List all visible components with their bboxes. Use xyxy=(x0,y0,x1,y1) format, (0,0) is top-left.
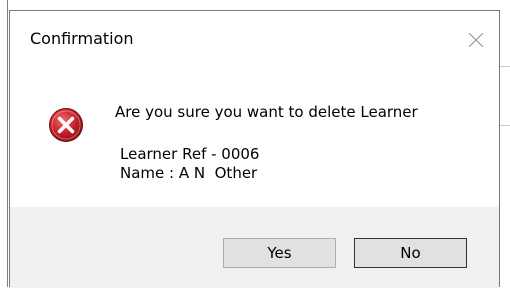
dialog-content: Are you sure you want to delete Learner … xyxy=(10,69,499,207)
learner-ref: Learner Ref - 0006 xyxy=(120,145,260,163)
error-icon xyxy=(48,107,84,143)
close-icon[interactable] xyxy=(467,31,485,49)
learner-details: Learner Ref - 0006 Name : A N Other xyxy=(120,145,259,183)
confirmation-message: Are you sure you want to delete Learner xyxy=(115,103,418,121)
no-button[interactable]: No xyxy=(354,238,467,268)
learner-name: Name : A N Other xyxy=(120,164,258,182)
background-window-edge-right xyxy=(500,0,510,287)
background-divider xyxy=(500,125,510,126)
dialog-title: Confirmation xyxy=(30,29,134,48)
dialog-button-bar: Yes No xyxy=(10,207,499,288)
dialog-titlebar[interactable]: Confirmation xyxy=(10,11,499,69)
confirmation-dialog: Confirmation Are you sure you want to de… xyxy=(9,10,500,288)
yes-button[interactable]: Yes xyxy=(223,238,336,268)
background-window-edge-left xyxy=(0,0,8,287)
background-divider xyxy=(500,66,510,67)
